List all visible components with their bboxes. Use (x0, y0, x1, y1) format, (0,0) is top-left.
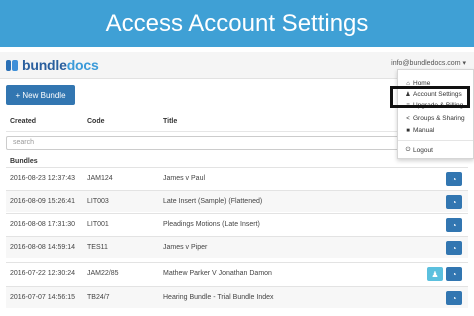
tutorial-banner: Access Account Settings (0, 0, 474, 47)
row-created: 2016-08-08 17:31:30 (10, 221, 75, 228)
logo-text: bundledocs (22, 57, 99, 73)
row-title: James v Paul (163, 175, 206, 182)
row-code: LIT003 (87, 198, 109, 205)
row-title: James v Piper (163, 244, 208, 251)
table-row[interactable]: 2016-08-08 14:59:14 TES11 James v Piper … (6, 236, 468, 258)
share-bundle-button[interactable]: ♟ (427, 267, 443, 281)
open-icon: ◔ (451, 243, 457, 253)
row-code: TB24/7 (87, 294, 110, 301)
logo-mark-icon (6, 59, 19, 72)
menu-item-logout[interactable]: ⏻ Logout (405, 147, 433, 154)
row-code: JAM124 (87, 175, 113, 182)
menu-item-groups-sharing[interactable]: < Groups & Sharing (405, 115, 465, 122)
row-created: 2016-08-08 14:59:14 (10, 244, 75, 251)
menu-item-label: Groups & Sharing (413, 115, 465, 122)
book-icon: ■ (406, 127, 410, 134)
highlight-annotation-box (390, 86, 470, 108)
section-title-bundles: Bundles (10, 158, 38, 165)
user-menu-toggle[interactable]: info@bundledocs.com ▾ (391, 59, 466, 67)
new-bundle-label: + New Bundle (15, 90, 66, 100)
open-bundle-button[interactable]: ◔ (446, 172, 462, 186)
user-email: info@bundledocs.com (391, 60, 461, 67)
row-code: JAM22/85 (87, 270, 119, 277)
open-bundle-button[interactable]: ◔ (446, 267, 462, 281)
table-row[interactable]: 2016-08-08 17:31:30 LIT001 Pleadings Mot… (6, 213, 468, 235)
row-title: Pleadings Motions (Late Insert) (163, 221, 260, 228)
row-title: Late Insert (Sample) (Flattened) (163, 198, 263, 205)
new-bundle-button[interactable]: + New Bundle (6, 85, 75, 105)
menu-item-manual[interactable]: ■ Manual (405, 127, 434, 134)
open-icon: ◔ (451, 293, 457, 303)
row-title: Hearing Bundle - Trial Bundle Index (163, 294, 274, 301)
open-icon: ◔ (451, 269, 457, 279)
power-icon: ⏻ (405, 147, 411, 153)
open-bundle-button[interactable]: ◔ (446, 241, 462, 255)
banner-title: Access Account Settings (105, 9, 369, 37)
user-dropdown-menu: ⌂ Home ♟ Account Settings ≡ Upgrade & Bi… (397, 69, 474, 159)
open-icon: ◔ (451, 174, 457, 184)
open-bundle-button[interactable]: ◔ (446, 218, 462, 232)
search-placeholder: search (13, 139, 35, 146)
bundledocs-logo[interactable]: bundledocs (6, 57, 99, 73)
open-bundle-button[interactable]: ◔ (446, 195, 462, 209)
menu-item-label: Manual (413, 127, 435, 134)
row-created: 2016-08-09 15:26:41 (10, 198, 75, 205)
open-bundle-button[interactable]: ◔ (446, 291, 462, 305)
chevron-down-icon: ▾ (462, 60, 466, 67)
row-created: 2016-07-22 12:30:24 (10, 270, 75, 277)
row-created: 2016-08-23 12:37:43 (10, 175, 75, 182)
header-code[interactable]: Code (87, 118, 105, 125)
header-created[interactable]: Created (10, 118, 36, 125)
table-row[interactable]: 2016-07-07 14:56:15 TB24/7 Hearing Bundl… (6, 286, 468, 308)
table-row[interactable]: 2016-07-22 12:30:24 JAM22/85 Mathew Park… (6, 262, 468, 284)
menu-item-label: Logout (413, 147, 433, 154)
share-icon: < (406, 115, 410, 122)
row-code: LIT001 (87, 221, 109, 228)
open-icon: ◔ (451, 220, 457, 230)
table-row[interactable]: 2016-08-23 12:37:43 JAM124 James v Paul … (6, 167, 468, 189)
row-title: Mathew Parker V Jonathan Damon (163, 270, 272, 277)
user-icon: ♟ (431, 269, 439, 279)
header-title[interactable]: Title (163, 118, 177, 125)
search-input[interactable]: search (6, 136, 406, 150)
open-icon: ◔ (451, 197, 457, 207)
row-created: 2016-07-07 14:56:15 (10, 294, 75, 301)
menu-divider (398, 140, 473, 141)
row-code: TES11 (87, 244, 108, 251)
table-row[interactable]: 2016-08-09 15:26:41 LIT003 Late Insert (… (6, 190, 468, 212)
